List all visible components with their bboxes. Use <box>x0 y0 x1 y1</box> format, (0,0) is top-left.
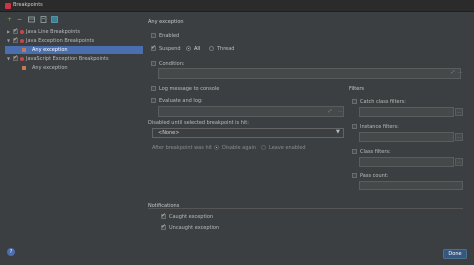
disabled-until-label: Disabled until selected breakpoint is hi… <box>148 120 249 126</box>
instance-filters-checkbox[interactable] <box>352 124 357 129</box>
evaluate-log-checkbox[interactable] <box>151 98 156 103</box>
expand-editor-icon[interactable]: ⤢ <box>326 108 334 116</box>
suspend-all-radio[interactable] <box>186 46 191 51</box>
breakpoints-tree: ▶ Java Line Breakpoints ▼ Java Exception… <box>5 25 143 245</box>
group-by-class-icon[interactable] <box>51 16 58 23</box>
browse-icon[interactable]: … <box>455 158 463 166</box>
suspend-thread-label: Thread <box>217 46 235 52</box>
tree-item-label: Java Exception Breakpoints <box>26 38 95 44</box>
disabled-until-combo[interactable] <box>152 128 344 138</box>
expand-arrow-icon[interactable]: ▶ <box>6 28 11 36</box>
leave-enabled-label: Leave enabled <box>269 145 306 151</box>
details-title: Any exception <box>148 19 184 25</box>
caught-exception-checkbox[interactable] <box>161 212 166 219</box>
tree-item-checkbox[interactable] <box>13 54 18 62</box>
after-hit-label: After breakpoint was hit <box>152 145 212 151</box>
exception-icon <box>22 66 26 70</box>
class-filters-label: Class filters: <box>360 149 391 155</box>
suspend-all-label: All <box>194 46 201 52</box>
tree-item-java-exception[interactable]: ▼ Java Exception Breakpoints <box>5 36 143 45</box>
group-by-package-icon[interactable] <box>28 16 35 23</box>
group-by-file-icon[interactable] <box>40 16 47 23</box>
collapse-arrow-icon[interactable]: ▼ <box>6 55 11 63</box>
disable-again-label: Disable again <box>222 145 256 151</box>
tree-item-java-line[interactable]: ▶ Java Line Breakpoints <box>5 27 143 36</box>
exception-breakpoint-icon <box>20 39 24 43</box>
log-message-label: Log message to console <box>159 86 220 92</box>
enabled-label: Enabled <box>159 33 180 39</box>
more-options-icon[interactable]: … <box>336 108 344 116</box>
uncaught-exception-label: Uncaught exception <box>169 225 220 231</box>
instance-filters-input[interactable] <box>359 132 454 142</box>
tree-item-any-exception-selected[interactable]: Any exception <box>5 46 143 54</box>
browse-icon[interactable]: … <box>455 108 463 116</box>
remove-breakpoint-button[interactable]: − <box>16 16 23 23</box>
leave-enabled-radio[interactable] <box>261 145 266 150</box>
condition-input[interactable] <box>158 68 461 79</box>
tree-item-label: Any exception <box>32 47 68 53</box>
catch-class-filters-input[interactable] <box>359 107 454 117</box>
tree-item-checkbox[interactable] <box>13 36 18 44</box>
caught-exception-label: Caught exception <box>169 214 214 220</box>
notifications-divider <box>148 208 463 209</box>
exception-icon <box>22 48 26 52</box>
breakpoint-icon <box>20 30 24 34</box>
chevron-down-icon[interactable]: ▼ <box>336 129 340 135</box>
tree-item-checkbox[interactable] <box>13 27 18 35</box>
pass-count-checkbox[interactable] <box>352 173 357 178</box>
class-filters-checkbox[interactable] <box>352 149 357 154</box>
tree-item-javascript-exception[interactable]: ▼ JavaScript Exception Breakpoints <box>5 54 143 63</box>
collapse-arrow-icon[interactable]: ▼ <box>6 37 11 45</box>
pass-count-input[interactable] <box>359 181 463 190</box>
enabled-checkbox[interactable] <box>151 33 156 38</box>
instance-filters-label: Instance filters: <box>360 124 399 130</box>
tree-item-label: Java Line Breakpoints <box>26 29 80 35</box>
evaluate-log-label: Evaluate and log: <box>159 98 203 104</box>
tree-item-label: JavaScript Exception Breakpoints <box>26 56 109 62</box>
suspend-checkbox[interactable] <box>151 44 156 51</box>
suspend-label: Suspend <box>159 46 181 52</box>
uncaught-exception-checkbox[interactable] <box>161 223 166 230</box>
catch-class-filters-checkbox[interactable] <box>352 99 357 104</box>
browse-icon[interactable]: … <box>455 133 463 141</box>
class-filters-input[interactable] <box>359 157 454 167</box>
done-button[interactable]: Done <box>443 249 467 259</box>
disable-again-radio[interactable] <box>214 145 219 150</box>
title-bar <box>0 0 474 12</box>
evaluate-log-input[interactable] <box>158 106 344 117</box>
log-message-checkbox[interactable] <box>151 86 156 91</box>
pass-count-label: Pass count: <box>360 173 389 179</box>
suspend-thread-radio[interactable] <box>209 46 214 51</box>
filters-title: Filters <box>349 86 364 92</box>
app-icon <box>5 3 11 9</box>
condition-checkbox[interactable] <box>151 61 156 66</box>
condition-label: Condition: <box>159 61 185 67</box>
exception-breakpoint-icon <box>20 57 24 61</box>
more-options-icon[interactable]: … <box>456 69 464 77</box>
tree-item-label: Any exception <box>32 65 68 71</box>
window-title: Breakpoints <box>13 2 43 8</box>
tree-item-any-exception[interactable]: Any exception <box>5 64 143 72</box>
add-breakpoint-button[interactable]: + <box>6 16 13 23</box>
disabled-until-value: <None> <box>158 130 180 136</box>
help-button[interactable]: ? <box>7 248 15 256</box>
catch-class-filters-label: Catch class filters: <box>360 99 406 105</box>
